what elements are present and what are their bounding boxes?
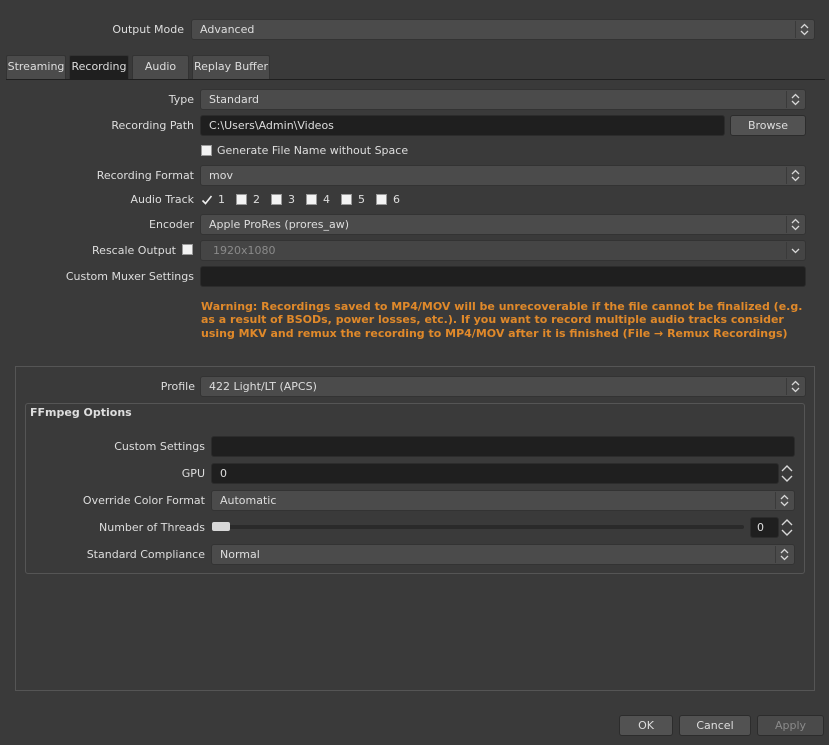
custom-settings-label: Custom Settings xyxy=(114,440,205,453)
audio-track-2-checkbox[interactable] xyxy=(236,194,247,205)
compliance-label: Standard Compliance xyxy=(86,548,205,561)
encoder-label: Encoder xyxy=(149,218,194,231)
audio-track-3-checkbox[interactable] xyxy=(271,194,282,205)
tab-audio[interactable]: Audio xyxy=(132,55,189,79)
browse-button[interactable]: Browse xyxy=(730,115,806,136)
compliance-select[interactable]: Normal xyxy=(211,544,795,565)
updown-arrows-icon xyxy=(786,378,804,395)
audio-track-1-checkbox[interactable] xyxy=(201,194,212,205)
ok-button[interactable]: OK xyxy=(619,715,673,736)
audio-track-label: Audio Track xyxy=(130,193,194,206)
color-format-select[interactable]: Automatic xyxy=(211,490,795,511)
profile-select[interactable]: 422 Light/LT (APCS) xyxy=(200,376,806,397)
recording-format-select[interactable]: mov xyxy=(200,165,806,186)
tab-recording-label: Recording xyxy=(71,60,127,73)
threads-label: Number of Threads xyxy=(99,521,205,534)
output-mode-value: Advanced xyxy=(200,23,255,36)
encoder-select[interactable]: Apple ProRes (prores_aw) xyxy=(200,214,806,235)
type-value: Standard xyxy=(209,93,260,106)
threads-spinner[interactable] xyxy=(780,517,794,538)
custom-settings-input[interactable] xyxy=(211,436,795,457)
recording-path-label: Recording Path xyxy=(111,119,194,132)
rescale-output-select[interactable]: 1920x1080 xyxy=(200,240,806,261)
updown-arrows-icon xyxy=(786,216,804,233)
tab-divider xyxy=(6,79,825,80)
custom-muxer-input[interactable] xyxy=(200,266,806,287)
apply-button[interactable]: Apply xyxy=(757,715,824,736)
audio-track-4-checkbox[interactable] xyxy=(306,194,317,205)
audio-track-6-checkbox[interactable] xyxy=(376,194,387,205)
tab-streaming-label: Streaming xyxy=(7,60,65,73)
audio-track-5-checkbox[interactable] xyxy=(341,194,352,205)
ffmpeg-options-title: FFmpeg Options xyxy=(30,406,132,419)
mov-warning-text: Warning: Recordings saved to MP4/MOV wil… xyxy=(201,300,803,340)
threads-input[interactable]: 0 xyxy=(750,517,779,538)
custom-muxer-label: Custom Muxer Settings xyxy=(65,270,194,283)
chevron-down-icon xyxy=(786,242,804,259)
recording-format-value: mov xyxy=(209,169,233,182)
gpu-input[interactable]: 0 xyxy=(211,463,779,484)
color-format-label: Override Color Format xyxy=(82,494,205,507)
threads-slider-track[interactable] xyxy=(213,525,744,529)
updown-arrows-icon xyxy=(795,21,813,38)
audio-track-3-label: 3 xyxy=(288,193,295,206)
threads-slider-handle[interactable] xyxy=(212,522,230,531)
generate-filename-label: Generate File Name without Space xyxy=(217,144,409,157)
gpu-label: GPU xyxy=(181,467,205,480)
profile-label: Profile xyxy=(160,380,195,393)
encoder-value: Apple ProRes (prores_aw) xyxy=(209,218,349,231)
gpu-spinner[interactable] xyxy=(780,463,794,484)
tab-recording[interactable]: Recording xyxy=(69,55,129,79)
cancel-button[interactable]: Cancel xyxy=(679,715,751,736)
output-mode-label: Output Mode xyxy=(112,23,184,36)
recording-format-label: Recording Format xyxy=(96,169,194,182)
profile-value: 422 Light/LT (APCS) xyxy=(209,380,317,393)
audio-track-6-label: 6 xyxy=(393,193,400,206)
audio-track-1-label: 1 xyxy=(218,193,225,206)
audio-track-2-label: 2 xyxy=(253,193,260,206)
updown-arrows-icon xyxy=(786,167,804,184)
updown-arrows-icon xyxy=(786,91,804,108)
rescale-output-checkbox[interactable] xyxy=(182,244,193,255)
color-format-value: Automatic xyxy=(220,494,277,507)
tab-replay-buffer-label: Replay Buffer xyxy=(193,60,269,73)
audio-track-4-label: 4 xyxy=(323,193,330,206)
type-select[interactable]: Standard xyxy=(200,89,806,110)
tab-audio-label: Audio xyxy=(144,60,177,73)
type-label: Type xyxy=(168,93,194,106)
audio-track-5-label: 5 xyxy=(358,193,365,206)
rescale-output-label: Rescale Output xyxy=(92,244,176,257)
updown-arrows-icon xyxy=(775,546,793,563)
recording-path-input[interactable]: C:\Users\Admin\Videos xyxy=(200,115,725,136)
tab-replay-buffer[interactable]: Replay Buffer xyxy=(192,55,270,79)
updown-arrows-icon xyxy=(775,492,793,509)
compliance-value: Normal xyxy=(220,548,260,561)
output-mode-select[interactable]: Advanced xyxy=(191,19,815,40)
rescale-output-value: 1920x1080 xyxy=(213,244,276,257)
generate-filename-checkbox[interactable] xyxy=(201,145,212,156)
tab-streaming[interactable]: Streaming xyxy=(6,55,66,79)
